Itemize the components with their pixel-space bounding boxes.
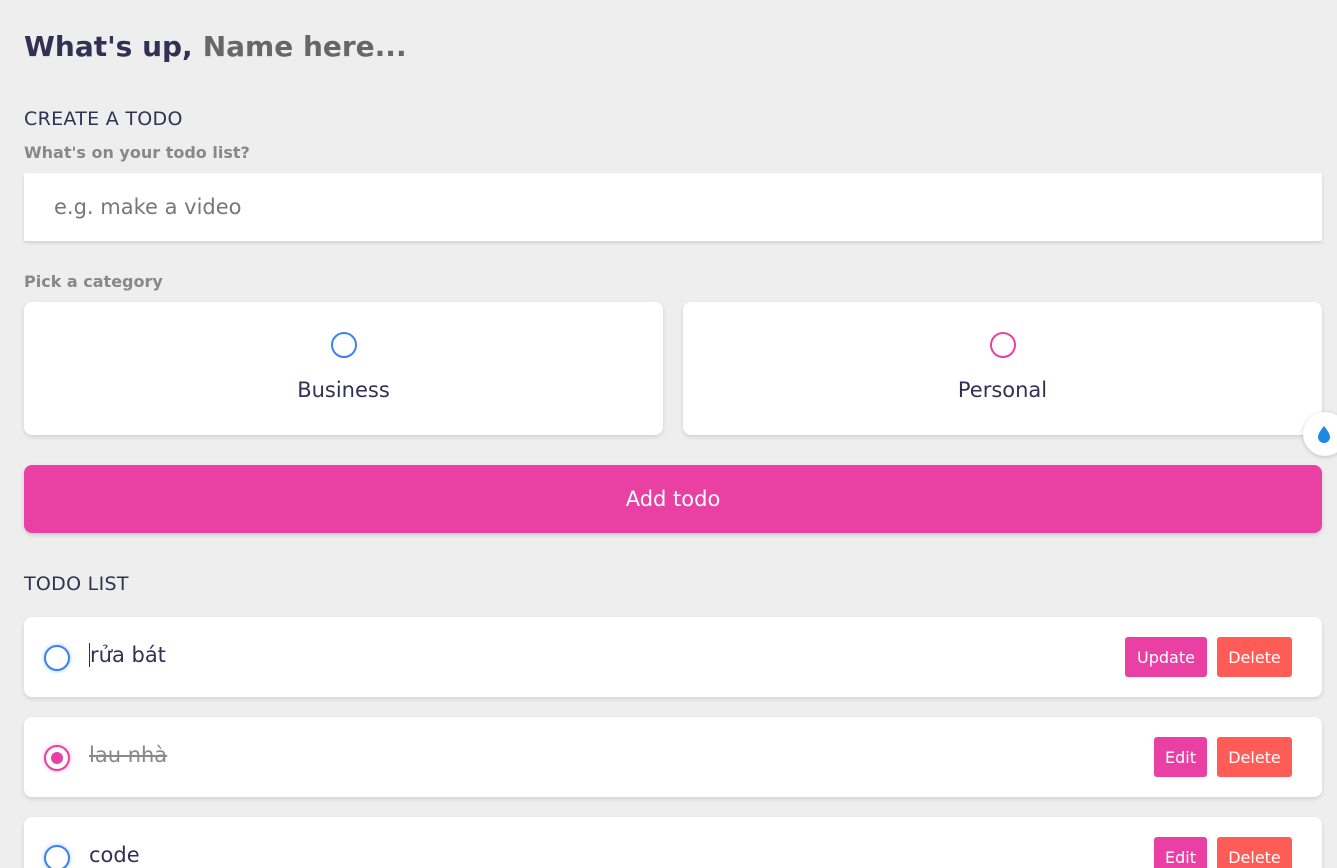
water-drop-sparkle-icon xyxy=(1318,426,1330,443)
delete-button[interactable]: Delete xyxy=(1217,737,1292,777)
todo-input-label: What's on your todo list? xyxy=(24,143,250,162)
todo-checkbox[interactable] xyxy=(44,745,70,771)
edit-button[interactable]: Edit xyxy=(1154,737,1207,777)
add-todo-button[interactable]: Add todo xyxy=(24,465,1322,533)
category-option-personal[interactable]: Personal xyxy=(683,302,1322,435)
todo-text-input[interactable]: rửa bát xyxy=(89,643,166,667)
todo-item: code Edit Delete xyxy=(24,817,1322,868)
todo-input[interactable] xyxy=(24,173,1322,241)
todo-item: rửa bát Update Delete xyxy=(24,617,1322,697)
business-radio[interactable] xyxy=(330,332,357,358)
todo-checkbox[interactable] xyxy=(44,845,70,868)
update-button[interactable]: Update xyxy=(1125,637,1207,677)
category-label: Pick a category xyxy=(24,272,163,291)
create-todo-title: CREATE A TODO xyxy=(24,108,183,130)
name-input[interactable] xyxy=(202,30,463,63)
todo-checkbox[interactable] xyxy=(44,645,70,671)
personal-radio[interactable] xyxy=(989,332,1016,358)
todo-text: code xyxy=(89,843,140,867)
delete-button[interactable]: Delete xyxy=(1217,837,1292,868)
todo-item: lau nhà Edit Delete xyxy=(24,717,1322,797)
category-label-business: Business xyxy=(297,378,390,402)
edit-button[interactable]: Edit xyxy=(1154,837,1207,868)
extension-badge[interactable] xyxy=(1303,412,1337,456)
category-option-business[interactable]: Business xyxy=(24,302,663,435)
greeting-prefix: What's up, xyxy=(24,30,193,63)
todo-text: lau nhà xyxy=(89,743,168,767)
delete-button[interactable]: Delete xyxy=(1217,637,1292,677)
category-label-personal: Personal xyxy=(957,378,1048,402)
greeting: What's up, xyxy=(24,30,463,63)
todo-list-title: TODO LIST xyxy=(24,573,129,595)
